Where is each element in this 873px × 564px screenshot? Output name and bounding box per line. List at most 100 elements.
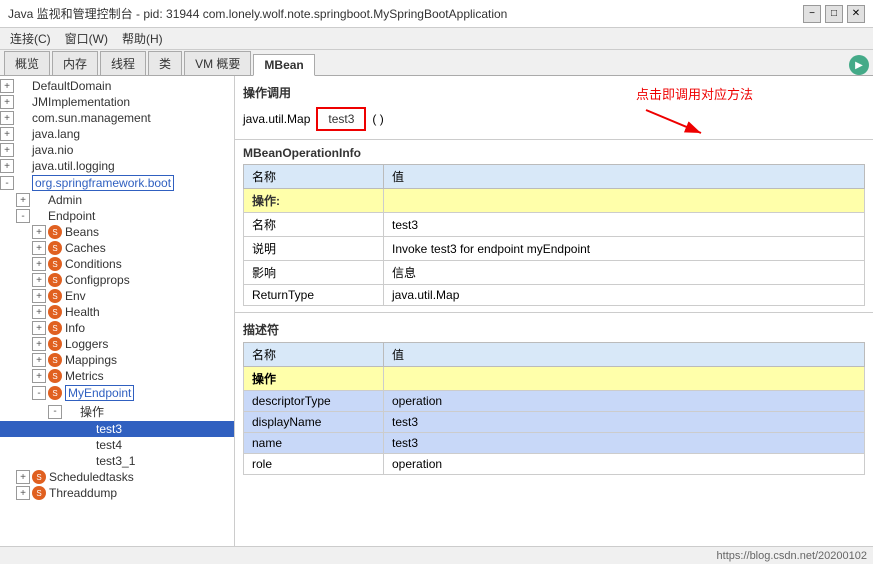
tree-toggle-n3[interactable]: +	[0, 111, 14, 125]
tree-node-n5[interactable]: +java.nio	[0, 142, 234, 158]
status-url: https://blog.csdn.net/20200102	[717, 550, 867, 562]
tree-toggle-n17[interactable]: +	[32, 337, 46, 351]
descriptor-section: 描述符 名称 值 操作descriptorTypeoperationdispla…	[235, 312, 873, 483]
tree-toggle-n19[interactable]: +	[32, 369, 46, 383]
minimize-button[interactable]: −	[803, 5, 821, 23]
tree-toggle-n4[interactable]: +	[0, 127, 14, 141]
table-cell: test3	[384, 213, 865, 237]
title-bar: Java 监视和管理控制台 - pid: 31944 com.lonely.wo…	[0, 0, 873, 28]
op-row: java.util.Map test3 ( )	[243, 107, 865, 131]
tree-icon-n13: S	[48, 273, 62, 287]
tree-toggle-n14[interactable]: +	[32, 289, 46, 303]
tree-node-n25[interactable]: +SScheduledtasks	[0, 469, 234, 485]
tree-toggle-n20[interactable]: -	[32, 386, 46, 400]
table-row: 操作:	[244, 189, 865, 213]
tree-node-n22[interactable]: test3	[0, 421, 234, 437]
desc-col2-header: 值	[384, 343, 865, 367]
tab-threads[interactable]: 线程	[100, 51, 146, 75]
tree-node-n7[interactable]: -org.springframework.boot	[0, 174, 234, 192]
tree-toggle-n18[interactable]: +	[32, 353, 46, 367]
tree-toggle-n12[interactable]: +	[32, 257, 46, 271]
tree-node-n18[interactable]: +SMappings	[0, 352, 234, 368]
tree-node-n23[interactable]: test4	[0, 437, 234, 453]
tree-node-n21[interactable]: - 操作	[0, 402, 234, 421]
tree-label-n25: Scheduledtasks	[49, 470, 134, 484]
table-cell: 名称	[244, 213, 384, 237]
table-cell: 影响	[244, 261, 384, 285]
tree-node-n9[interactable]: -Endpoint	[0, 208, 234, 224]
tree-toggle-n8[interactable]: +	[16, 193, 30, 207]
tab-overview[interactable]: 概览	[4, 51, 50, 75]
tree-node-n14[interactable]: +SEnv	[0, 288, 234, 304]
tab-vm[interactable]: VM 概要	[184, 51, 251, 75]
tree-label-n21: 操作	[80, 403, 104, 420]
menu-connect[interactable]: 连接(C)	[4, 28, 57, 49]
tree-node-n13[interactable]: +SConfigprops	[0, 272, 234, 288]
invoke-button[interactable]: test3	[316, 107, 366, 131]
tree-toggle-n7[interactable]: -	[0, 176, 14, 190]
tree-label-n14: Env	[65, 289, 86, 303]
tab-classes[interactable]: 类	[148, 51, 182, 75]
desc-col1-header: 名称	[244, 343, 384, 367]
tab-mbean[interactable]: MBean	[253, 54, 314, 76]
tree-node-n15[interactable]: +SHealth	[0, 304, 234, 320]
tree-node-n3[interactable]: +com.sun.management	[0, 110, 234, 126]
tree-toggle-n9[interactable]: -	[16, 209, 30, 223]
close-button[interactable]: ✕	[847, 5, 865, 23]
tree-toggle-n16[interactable]: +	[32, 321, 46, 335]
tree-node-n20[interactable]: -SMyEndpoint	[0, 384, 234, 402]
tab-memory[interactable]: 内存	[52, 51, 98, 75]
tree-toggle-n6[interactable]: +	[0, 159, 14, 173]
tree-node-n11[interactable]: +SCaches	[0, 240, 234, 256]
tree-toggle-n10[interactable]: +	[32, 225, 46, 239]
tree-toggle-n13[interactable]: +	[32, 273, 46, 287]
tree-node-n8[interactable]: +Admin	[0, 192, 234, 208]
descriptor-section-title: 描述符	[243, 321, 865, 338]
menu-window[interactable]: 窗口(W)	[59, 28, 114, 49]
table-cell: 信息	[384, 261, 865, 285]
mbean-col2-header: 值	[384, 165, 865, 189]
tree-node-n2[interactable]: + JMImplementation	[0, 94, 234, 110]
table-cell: operation	[384, 391, 865, 412]
tree-toggle-n15[interactable]: +	[32, 305, 46, 319]
tree-label-n2: JMImplementation	[32, 95, 130, 109]
tree-icon-n25: S	[32, 470, 46, 484]
tree-toggle-n26[interactable]: +	[16, 486, 30, 500]
tree-node-n12[interactable]: +SConditions	[0, 256, 234, 272]
tree-label-n1: DefaultDomain	[32, 79, 111, 93]
table-row: 影响信息	[244, 261, 865, 285]
tree-toggle-n25[interactable]: +	[16, 470, 30, 484]
mbean-section: MBeanOperationInfo 名称 值 操作:名称test3说明Invo…	[235, 140, 873, 312]
return-type-label: java.util.Map	[243, 112, 310, 126]
descriptor-table: 名称 值 操作descriptorTypeoperationdisplayNam…	[243, 342, 865, 475]
tree-node-n19[interactable]: +SMetrics	[0, 368, 234, 384]
tree-toggle-n5[interactable]: +	[0, 143, 14, 157]
menu-help[interactable]: 帮助(H)	[116, 28, 169, 49]
tree-node-n17[interactable]: +SLoggers	[0, 336, 234, 352]
table-cell: operation	[384, 454, 865, 475]
tree-icon-n12: S	[48, 257, 62, 271]
tree-node-n4[interactable]: + java.lang	[0, 126, 234, 142]
maximize-button[interactable]: □	[825, 5, 843, 23]
tree-label-n19: Metrics	[65, 369, 104, 383]
op-section-title: 操作调用	[243, 84, 865, 101]
tree-label-n4: java.lang	[32, 127, 80, 141]
tree-toggle-n2[interactable]: +	[0, 95, 14, 109]
tree-label-n15: Health	[65, 305, 100, 319]
tree-label-n26: Threaddump	[49, 486, 117, 500]
tree-node-n6[interactable]: +java.util.logging	[0, 158, 234, 174]
tree-node-n16[interactable]: +SInfo	[0, 320, 234, 336]
tree-toggle-n1[interactable]: +	[0, 79, 14, 93]
tree-node-n24[interactable]: test3_1	[0, 453, 234, 469]
table-row: 说明Invoke test3 for endpoint myEndpoint	[244, 237, 865, 261]
table-row: roleoperation	[244, 454, 865, 475]
tree-label-n18: Mappings	[65, 353, 117, 367]
mbean-section-title: MBeanOperationInfo	[243, 146, 865, 160]
tree-toggle-n11[interactable]: +	[32, 241, 46, 255]
tree-node-n26[interactable]: +SThreaddump	[0, 485, 234, 501]
tree-label-n17: Loggers	[65, 337, 108, 351]
tree-node-n10[interactable]: +SBeans	[0, 224, 234, 240]
table-cell: test3	[384, 412, 865, 433]
tree-node-n1[interactable]: + DefaultDomain	[0, 78, 234, 94]
tree-toggle-n21[interactable]: -	[48, 405, 62, 419]
